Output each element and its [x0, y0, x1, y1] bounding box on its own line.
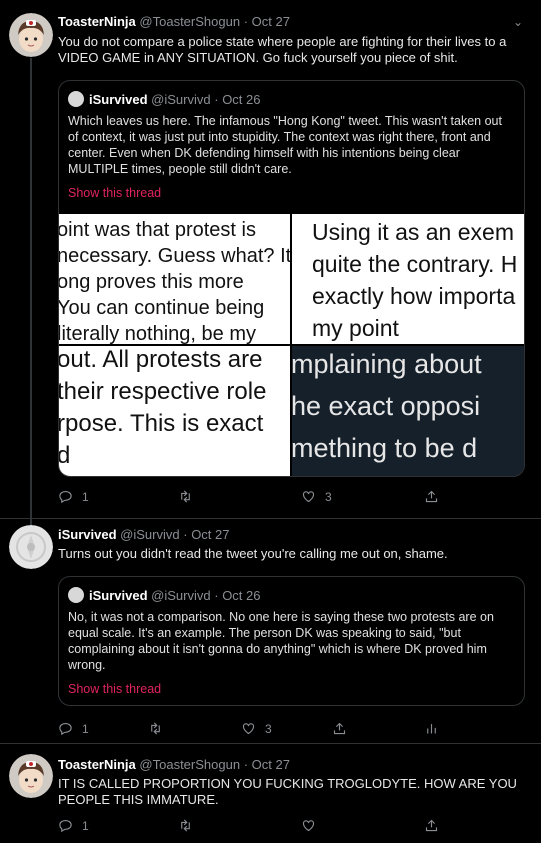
avatar[interactable]: [9, 754, 53, 798]
quoted-timestamp: Oct 26: [222, 588, 261, 603]
image-text-line: their respective role: [59, 378, 267, 405]
reply-button[interactable]: 1: [58, 818, 89, 833]
image-text-line: Using it as an exem: [312, 219, 514, 245]
like-icon: [242, 723, 255, 735]
quoted-display-name: iSurvived: [89, 588, 148, 603]
handle[interactable]: @ToasterShogun: [139, 14, 240, 29]
image-text-line: mething to be d: [292, 433, 478, 463]
show-thread-link[interactable]: Show this thread: [68, 186, 161, 200]
share-icon: [425, 819, 438, 832]
separator-dot: ·: [243, 757, 249, 772]
reply-button[interactable]: 1: [58, 721, 89, 736]
retweet-icon: [181, 490, 190, 503]
image-text-line: ong proves this more: [59, 271, 244, 293]
tweet-header: ToasterNinja @ToasterShogun · Oct 27: [58, 14, 290, 29]
tweet-text: Turns out you didn't read the tweet you'…: [58, 546, 448, 561]
quoted-handle: @iSurvivd: [151, 588, 211, 603]
like-icon: [302, 491, 315, 503]
timestamp[interactable]: Oct 27: [252, 14, 290, 29]
quoted-avatar: [68, 587, 84, 603]
reply-count: 1: [82, 818, 89, 833]
retweet-icon: [151, 722, 160, 735]
retweet-button[interactable]: [178, 489, 202, 504]
image-text-line: d: [59, 440, 288, 472]
tweet-header: iSurvived @iSurvivd · Oct 27: [58, 527, 229, 542]
share-icon: [425, 490, 438, 503]
tweet-text: IT IS CALLED PROPORTION YOU FUCKING TROG…: [58, 776, 517, 807]
image-text-line: oint was that protest is: [59, 219, 256, 241]
tweet-actions: 1: [58, 818, 498, 838]
reply-button[interactable]: 1: [58, 489, 89, 504]
attached-image[interactable]: out. All protests are their respective ro…: [59, 346, 290, 476]
quoted-tweet[interactable]: iSurvived @iSurvivd · Oct 26 No, it was …: [58, 576, 525, 706]
like-count: 3: [265, 721, 272, 736]
attached-image[interactable]: oint was that protest is necessary. Guess…: [59, 214, 290, 344]
separator-dot: ·: [214, 92, 219, 107]
avatar[interactable]: [9, 13, 53, 57]
like-button[interactable]: 3: [301, 489, 332, 504]
image-text-line: out. All protests are: [59, 346, 263, 373]
analytics-icon: [427, 724, 436, 734]
image-text-line: necessary. Guess what? It: [59, 245, 290, 267]
quoted-tweet-text: Which leaves us here. The infamous "Hong…: [68, 114, 502, 176]
attached-image[interactable]: mplaining about he exact opposi mething to…: [292, 346, 524, 476]
separator-dot: ·: [243, 14, 249, 29]
quoted-tweet[interactable]: iSurvived @iSurvivd · Oct 26 Which leave…: [58, 80, 525, 477]
image-text-line: literally nothing, be my: [59, 323, 256, 344]
tweet-actions: 1 3: [58, 721, 498, 741]
tweet-actions: 1 3: [58, 489, 498, 509]
separator-dot: ·: [183, 527, 188, 542]
timestamp[interactable]: Oct 27: [252, 757, 290, 772]
display-name[interactable]: ToasterNinja: [58, 757, 136, 772]
retweet-button[interactable]: [178, 818, 202, 833]
reply-icon: [59, 722, 72, 736]
quoted-timestamp: Oct 26: [222, 92, 261, 107]
display-name[interactable]: ToasterNinja: [58, 14, 136, 29]
image-text-line: my point: [312, 315, 399, 341]
image-grid: oint was that protest is necessary. Guess…: [59, 214, 524, 476]
quoted-display-name: iSurvived: [89, 92, 148, 107]
reply-icon: [59, 819, 72, 833]
image-text-line: mplaining about: [292, 349, 482, 379]
like-button[interactable]: [301, 818, 325, 833]
quoted-tweet-header: iSurvived @iSurvivd · Oct 26: [68, 91, 260, 107]
share-icon: [333, 722, 346, 735]
thread-line: [30, 58, 32, 528]
reply-icon: [59, 490, 72, 504]
image-text-line: exactly how importa: [312, 283, 516, 309]
quoted-tweet-text: No, it was not a comparison. No one here…: [68, 610, 494, 672]
tweet-text: You do not compare a police state where …: [58, 34, 507, 65]
like-icon: [302, 820, 315, 832]
share-button[interactable]: [424, 818, 439, 833]
tweet-header: ToasterNinja @ToasterShogun · Oct 27: [58, 757, 290, 772]
image-text-line: he exact opposi: [292, 391, 481, 421]
tweet[interactable]: iSurvived @iSurvivd · Oct 27 Turns out y…: [0, 519, 541, 743]
like-count: 3: [325, 489, 332, 504]
image-text-line: rpose. This is exact: [59, 410, 264, 437]
retweet-icon: [181, 819, 190, 832]
like-button[interactable]: 3: [241, 721, 272, 736]
show-thread-link[interactable]: Show this thread: [68, 682, 161, 696]
chevron-down-icon[interactable]: ⌄: [513, 15, 523, 29]
avatar[interactable]: [9, 525, 53, 569]
quoted-avatar: [68, 91, 84, 107]
share-button[interactable]: [332, 721, 347, 736]
reply-count: 1: [82, 721, 89, 736]
attached-image[interactable]: Using it as an exem quite the contrary. H…: [292, 214, 524, 344]
retweet-button[interactable]: [148, 721, 172, 736]
share-button[interactable]: [424, 489, 439, 504]
quoted-tweet-header: iSurvived @iSurvivd · Oct 26: [68, 587, 260, 603]
separator-dot: ·: [214, 588, 219, 603]
handle[interactable]: @iSurvivd: [120, 527, 179, 542]
tweet[interactable]: ToasterNinja @ToasterShogun · Oct 27 IT …: [0, 744, 541, 843]
quoted-handle: @iSurvivd: [151, 92, 211, 107]
tweet[interactable]: ToasterNinja @ToasterShogun · Oct 27 ⌄ Y…: [0, 0, 541, 528]
timestamp[interactable]: Oct 27: [191, 527, 229, 542]
image-text-line: You can continue being: [59, 297, 265, 319]
image-text-line: quite the contrary. H: [312, 251, 518, 277]
display-name[interactable]: iSurvived: [58, 527, 117, 542]
handle[interactable]: @ToasterShogun: [139, 757, 240, 772]
reply-count: 1: [82, 489, 89, 504]
analytics-button[interactable]: [424, 721, 439, 736]
